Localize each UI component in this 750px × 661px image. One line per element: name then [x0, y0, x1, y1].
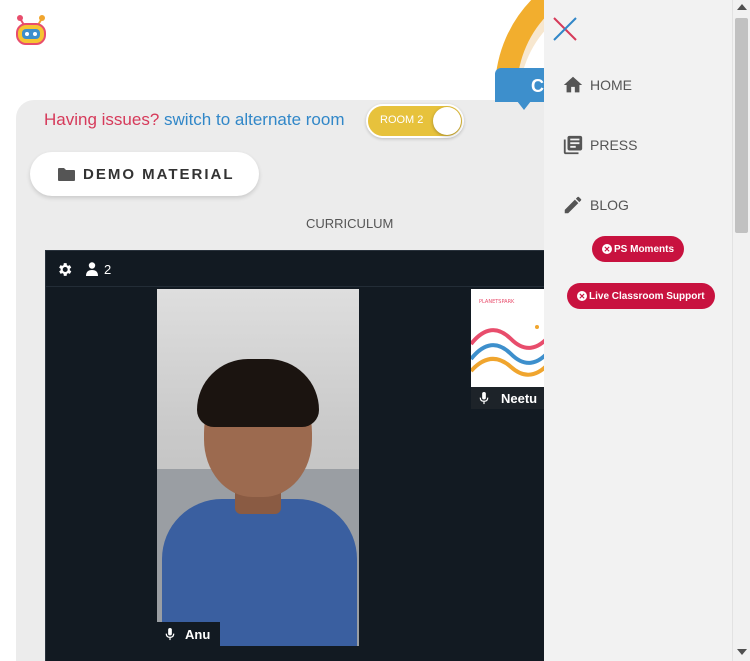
slide-brand-text: PLANETSPARK	[479, 299, 515, 305]
video-conference-area: 2 Anu PLANETSPARK Neetu	[45, 250, 551, 661]
side-menu: HOME PRESS BLOG ✕ PS Moments ✕ Live Clas…	[544, 0, 732, 661]
scroll-thumb[interactable]	[735, 18, 748, 233]
video-subject-hair	[197, 359, 319, 427]
ps-moments-label: PS Moments	[614, 243, 675, 255]
room-toggle-knob[interactable]	[433, 107, 461, 135]
scroll-up-arrow[interactable]	[737, 4, 747, 10]
room-toggle[interactable]: ROOM 2	[366, 104, 464, 138]
pencil-icon	[564, 196, 582, 214]
participants-icon[interactable]	[86, 262, 98, 276]
menu-item-blog-label: BLOG	[590, 197, 629, 213]
video-toolbar: 2	[46, 251, 549, 287]
press-icon	[563, 135, 583, 155]
page: C Having issues? switch to alternate roo…	[0, 0, 750, 661]
side-video-feed[interactable]: PLANETSPARK Neetu	[471, 289, 551, 409]
ps-moments-button[interactable]: ✕ PS Moments	[592, 236, 685, 262]
menu-item-press[interactable]: PRESS	[562, 134, 637, 156]
blue-tab-label: C	[531, 76, 544, 96]
live-classroom-support-button[interactable]: ✕ Live Classroom Support	[567, 283, 715, 309]
curriculum-label[interactable]: CURRICULUM	[306, 216, 393, 231]
menu-item-press-label: PRESS	[590, 137, 638, 153]
room-toggle-label: ROOM 2	[380, 114, 424, 126]
main-video-feed[interactable]: Anu	[157, 289, 359, 646]
issues-message: Having issues? switch to alternate room	[44, 110, 344, 130]
menu-item-home[interactable]: HOME	[562, 74, 632, 96]
folder-icon	[58, 167, 75, 181]
live-classroom-support-label: Live Classroom Support	[589, 290, 705, 302]
gear-icon[interactable]	[56, 261, 73, 278]
issues-prefix: Having issues?	[44, 110, 160, 129]
demo-material-button[interactable]: DEMO MATERIAL	[30, 152, 259, 196]
demo-material-label: DEMO MATERIAL	[83, 165, 235, 183]
switch-room-link[interactable]: switch to alternate room	[164, 110, 344, 129]
scroll-down-arrow[interactable]	[737, 649, 747, 655]
blue-tab-arrow	[517, 101, 531, 110]
menu-item-blog[interactable]: BLOG	[562, 194, 629, 216]
close-circle-icon: ✕	[577, 291, 587, 301]
planetspark-logo[interactable]	[12, 12, 50, 50]
side-participant-name: Neetu	[501, 390, 538, 406]
microphone-icon	[479, 391, 489, 404]
participant-count: 2	[104, 262, 112, 277]
side-participant-tag: Neetu	[471, 387, 551, 409]
menu-item-home-label: HOME	[590, 77, 632, 93]
microphone-icon	[165, 627, 175, 640]
home-icon	[563, 76, 583, 93]
main-participant-tag: Anu	[157, 622, 221, 646]
close-circle-icon: ✕	[602, 244, 612, 254]
main-participant-name: Anu	[185, 626, 211, 642]
close-icon[interactable]	[552, 16, 578, 42]
vertical-scrollbar[interactable]	[732, 0, 750, 661]
